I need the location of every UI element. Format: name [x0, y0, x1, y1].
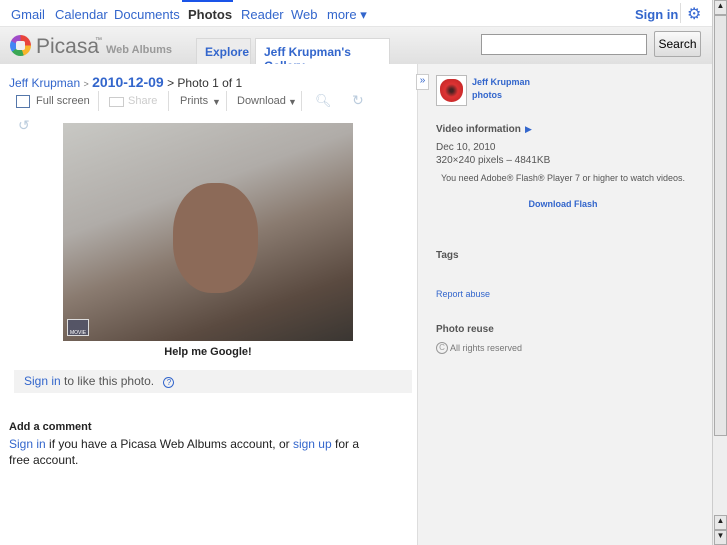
search-input[interactable] — [481, 34, 647, 55]
comment-prompt: Sign in if you have a Picasa Web Albums … — [9, 436, 369, 468]
like-sign-in-link[interactable]: Sign in — [24, 374, 61, 388]
divider — [226, 91, 227, 111]
breadcrumb: Jeff Krupman > 2010-12-09 > Photo 1 of 1 — [9, 74, 242, 90]
sidebar: » Jeff Krupman photos Video information … — [416, 64, 712, 545]
scroll-thumb[interactable] — [714, 15, 727, 436]
movie-badge-icon: MOVIE — [67, 319, 89, 336]
like-bar: Sign in to like this photo. ? — [14, 370, 412, 393]
download-button[interactable]: Download — [237, 95, 286, 107]
divider — [680, 3, 681, 23]
gbar-reader[interactable]: Reader — [241, 7, 284, 22]
divider — [301, 91, 302, 111]
gbar-web[interactable]: Web — [291, 7, 318, 22]
fullscreen-button[interactable]: Full screen — [36, 95, 90, 107]
gbar-calendar[interactable]: Calendar — [55, 7, 108, 22]
photo-reuse-title: Photo reuse — [436, 324, 494, 335]
breadcrumb-album[interactable]: 2010-12-09 — [92, 74, 164, 90]
divider — [168, 91, 169, 111]
video-info-title[interactable]: Video information — [436, 124, 521, 135]
face-shape — [173, 183, 258, 293]
tab-gallery[interactable]: Jeff Krupman's Gallery — [255, 38, 390, 73]
header: Picasa ™ Web Albums Explore Jeff Krupman… — [0, 27, 712, 73]
flash-message: You need Adobe® Flash® Player 7 or highe… — [440, 173, 686, 183]
sign-up-link[interactable]: sign up — [293, 437, 332, 451]
search-button[interactable]: Search — [654, 31, 701, 57]
rights-text: All rights reserved — [450, 343, 523, 353]
gear-icon[interactable]: ⚙ — [687, 4, 701, 24]
gbar-documents[interactable]: Documents — [114, 7, 180, 22]
photo-caption: Help me Google! — [164, 346, 252, 358]
sign-in-link[interactable]: Sign in — [635, 7, 678, 22]
rotate-right-icon: ↻ — [352, 92, 364, 108]
google-bar: Gmail Calendar Documents Photos Reader W… — [0, 0, 712, 27]
rotate-left-icon: ↺ — [18, 117, 30, 133]
scroll-up-button[interactable]: ▲ — [714, 515, 727, 530]
scrollbar[interactable]: ▲ ▲ ▼ — [712, 0, 727, 545]
divider — [98, 91, 99, 111]
comment-text: if you have a Picasa Web Albums account,… — [45, 437, 293, 451]
selected-indicator — [182, 0, 233, 2]
picasa-logo-icon — [10, 35, 31, 56]
tab-explore[interactable]: Explore — [196, 38, 251, 65]
trademark: ™ — [95, 37, 102, 44]
scroll-down-button[interactable]: ▼ — [714, 530, 727, 545]
comment-sign-in-link[interactable]: Sign in — [9, 437, 46, 451]
chevron-down-icon: ▼ — [288, 97, 297, 107]
zoom-icon: 🔍︎ — [315, 93, 332, 108]
expand-sidebar-button[interactable]: » — [416, 74, 429, 90]
breadcrumb-position: > Photo 1 of 1 — [167, 76, 243, 90]
fullscreen-icon[interactable] — [16, 95, 30, 108]
scroll-up-button[interactable]: ▲ — [714, 0, 727, 15]
chevron-down-icon: ▼ — [212, 97, 221, 107]
web-albums-label: Web Albums — [106, 44, 173, 56]
owner-avatar[interactable] — [436, 75, 467, 106]
mail-icon — [109, 97, 124, 107]
tags-title: Tags — [436, 250, 459, 261]
gbar-gmail[interactable]: Gmail — [11, 7, 45, 22]
gbar-photos[interactable]: Photos — [188, 7, 232, 22]
like-text: to like this photo. — [60, 374, 155, 388]
picasa-logo: Picasa — [36, 35, 100, 58]
video-size: 320×240 pixels – 4841KB — [436, 155, 551, 166]
download-flash-link[interactable]: Download Flash — [438, 199, 688, 209]
help-icon[interactable]: ? — [163, 377, 175, 388]
video-date: Dec 10, 2010 — [436, 142, 496, 153]
prints-button[interactable]: Prints — [180, 95, 208, 107]
triangle-right-icon[interactable]: ▶ — [525, 124, 532, 135]
breadcrumb-sep: > — [83, 79, 89, 89]
report-abuse-link[interactable]: Report abuse — [436, 289, 490, 299]
breadcrumb-user[interactable]: Jeff Krupman — [9, 76, 80, 90]
gbar-more[interactable]: more ▾ — [327, 7, 367, 23]
owner-link[interactable]: Jeff Krupman — [472, 77, 530, 87]
main-content: Jeff Krupman > 2010-12-09 > Photo 1 of 1… — [0, 64, 418, 545]
video-thumbnail[interactable]: MOVIE — [63, 123, 353, 341]
add-comment-title: Add a comment — [9, 421, 92, 433]
copyright-icon: C — [436, 342, 448, 354]
share-button: Share — [128, 95, 158, 107]
owner-photos-link[interactable]: photos — [472, 90, 502, 100]
